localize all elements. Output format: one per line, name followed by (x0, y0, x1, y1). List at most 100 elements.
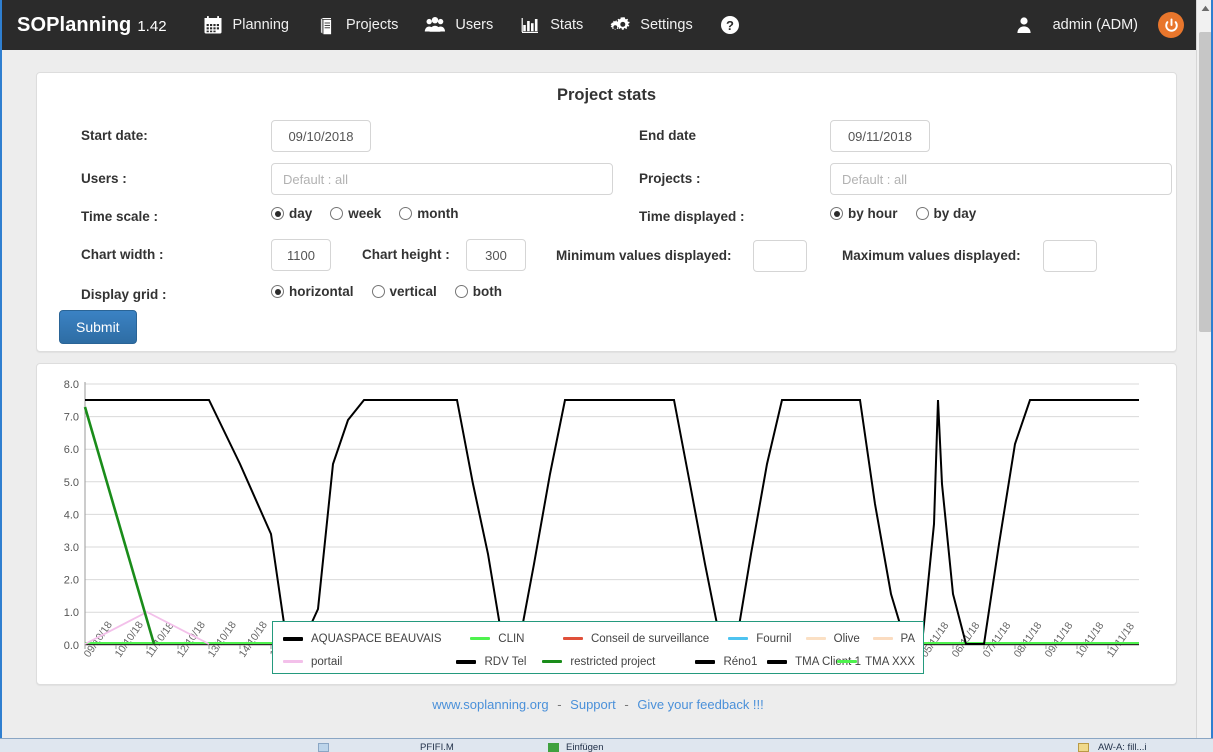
svg-text:09/10/18: 09/10/18 (82, 619, 115, 659)
user-icon (1013, 14, 1035, 36)
legend-swatch (805, 637, 826, 640)
svg-text:14/10/18: 14/10/18 (237, 619, 270, 659)
project-stats-form-panel: Project stats Start date: End date Users… (36, 72, 1177, 352)
projects-input[interactable] (830, 163, 1172, 195)
submit-button[interactable]: Submit (59, 310, 137, 344)
legend-row-2: portail RDV Tel restricted project Réno1 (283, 650, 915, 673)
nav-label-settings: Settings (640, 17, 693, 33)
legend-swatch (470, 637, 491, 640)
footer-link-support[interactable]: Support (570, 697, 616, 712)
radio-label: vertical (389, 284, 437, 299)
chart-y-tick-labels: 0.0 1.0 2.0 3.0 4.0 5.0 6.0 7.0 8.0 (64, 379, 79, 652)
window-edge-left (0, 0, 2, 752)
chart-panel: 0.0 1.0 2.0 3.0 4.0 5.0 6.0 7.0 8.0 09/1… (36, 363, 1177, 685)
time-displayed-label: Time displayed : (639, 209, 745, 224)
nav-item-projects[interactable]: Projects (302, 0, 411, 50)
legend-item-reno1: Réno1 (695, 656, 767, 668)
radio-label: day (289, 206, 313, 221)
radio-dot (330, 207, 344, 220)
legend-label: portail (311, 655, 343, 668)
taskbar-item-3[interactable]: AW-A: fill...i (1098, 742, 1147, 752)
radio-dot (371, 285, 385, 298)
taskbar-item-1[interactable]: PFIFI.M (420, 742, 454, 752)
chart-legend: AQUASPACE BEAUVAIS CLIN Conseil de surve… (272, 621, 924, 674)
top-navbar: SOPlanning 1.42 Planning Projects Users (0, 0, 1196, 50)
svg-text:12/10/18: 12/10/18 (175, 619, 208, 659)
footer-link-site[interactable]: www.soplanning.org (432, 697, 548, 712)
legend-item-restricted-project: restricted project (542, 656, 695, 668)
power-icon[interactable] (1158, 12, 1184, 38)
legend-row-1: AQUASPACE BEAUVAIS CLIN Conseil de surve… (283, 627, 915, 650)
chart-height-input[interactable] (466, 239, 526, 271)
taskbar-item-2[interactable]: Einfügen (566, 742, 604, 752)
footer-sep-2: - (624, 697, 629, 712)
legend-label: RDV Tel (484, 655, 527, 668)
legend-item-clin: CLIN (470, 633, 563, 645)
nav-label-projects: Projects (345, 17, 399, 33)
chart-width-input[interactable] (271, 239, 331, 271)
bar-chart-icon (519, 14, 541, 36)
nav-item-settings[interactable]: Settings (596, 0, 705, 50)
brand-name: SOPlanning (17, 13, 132, 36)
radio-dot (454, 285, 468, 298)
maximum-values-input[interactable] (1043, 240, 1097, 272)
svg-text:10/10/18: 10/10/18 (113, 619, 146, 659)
start-date-label: Start date: (81, 128, 148, 143)
users-input[interactable] (271, 163, 613, 195)
legend-swatch (562, 637, 583, 640)
help-icon: ? (719, 14, 741, 36)
svg-text:0.0: 0.0 (64, 640, 79, 652)
radio-label: both (472, 284, 503, 299)
legend-swatch (456, 659, 477, 664)
time-scale-label: Time scale : (81, 209, 159, 224)
end-date-label: End date (639, 128, 697, 143)
users-icon (424, 14, 446, 36)
radio-grid-horizontal[interactable]: horizontal (271, 284, 354, 299)
nav-item-help[interactable]: ? (706, 0, 763, 50)
form-row-displaygrid: Display grid : horizontal vertical both (59, 276, 1154, 314)
gears-icon (609, 14, 631, 36)
time-displayed-radios: by hour by day (830, 206, 994, 221)
footer-link-feedback[interactable]: Give your feedback !!! (637, 697, 763, 712)
radio-timedisplayed-byday[interactable]: by day (915, 206, 976, 221)
legend-swatch (872, 637, 893, 640)
nav-item-planning[interactable]: Planning (189, 0, 302, 50)
page-root: SOPlanning 1.42 Planning Projects Users (0, 0, 1213, 752)
radio-timedisplayed-byhour[interactable]: by hour (830, 206, 898, 221)
form-row-users-projects: Users : Projects : (59, 160, 1172, 198)
radio-dot (271, 285, 284, 298)
legend-swatch (542, 660, 563, 663)
radio-timescale-day[interactable]: day (271, 206, 312, 221)
nav-item-users[interactable]: Users (411, 0, 506, 50)
radio-timescale-week[interactable]: week (330, 206, 381, 221)
book-icon (315, 14, 337, 36)
radio-timescale-month[interactable]: month (399, 206, 459, 221)
legend-item-tma-xxx: TMA XXX (837, 656, 915, 668)
legend-swatch (728, 637, 749, 640)
calendar-icon (202, 14, 224, 36)
end-date-input[interactable] (830, 120, 930, 152)
stats-form: Start date: End date Users : Projects : … (37, 110, 1176, 344)
legend-swatch (283, 660, 303, 663)
radio-label: by hour (848, 206, 898, 221)
minimum-values-label: Minimum values displayed: (556, 248, 732, 263)
legend-swatch (767, 659, 788, 664)
minimum-values-input[interactable] (753, 240, 807, 272)
legend-label: CLIN (498, 632, 525, 645)
legend-item-olive: Olive (805, 633, 873, 645)
brand[interactable]: SOPlanning 1.42 (17, 14, 167, 37)
svg-text:7.0: 7.0 (64, 412, 79, 424)
svg-text:08/11/18: 08/11/18 (1012, 620, 1045, 660)
start-date-input[interactable] (271, 120, 371, 152)
radio-label: week (348, 206, 382, 221)
radio-grid-vertical[interactable]: vertical (371, 284, 437, 299)
series-line-restricted-project (83, 406, 156, 645)
chart-height-label: Chart height : (362, 247, 450, 262)
nav-item-stats[interactable]: Stats (506, 0, 596, 50)
taskbar-inner: PFIFI.M Einfügen AW-A: fill...i (0, 739, 1213, 752)
chart-gridlines (85, 383, 1139, 613)
radio-dot (271, 207, 284, 220)
radio-grid-both[interactable]: both (454, 284, 503, 299)
form-row-dates: Start date: End date (59, 116, 1154, 160)
radio-dot (830, 207, 843, 220)
